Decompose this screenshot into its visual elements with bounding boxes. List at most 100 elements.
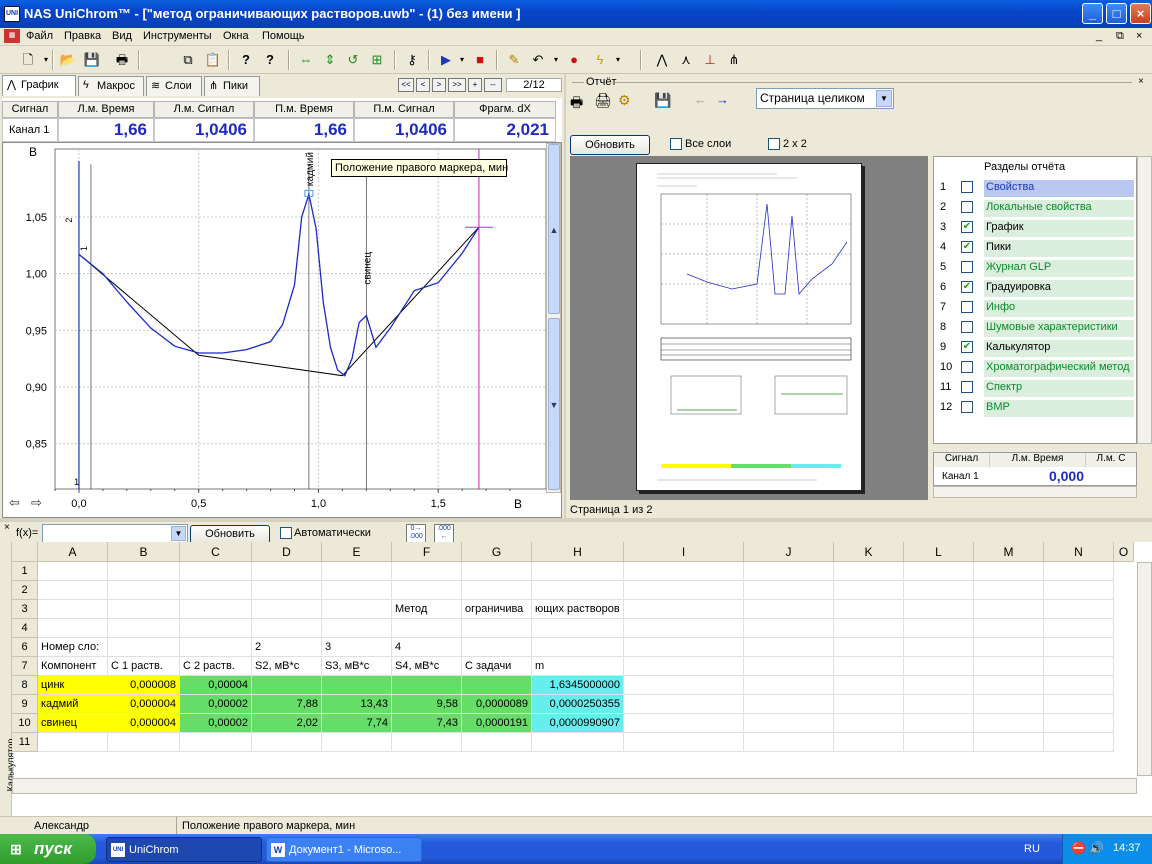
- sheet-cell[interactable]: [974, 562, 1044, 581]
- sheet-cell[interactable]: [108, 600, 180, 619]
- section-label[interactable]: Инфо: [984, 300, 1134, 317]
- column-header[interactable]: G: [462, 542, 532, 562]
- section-row[interactable]: 11 Спектр: [934, 377, 1136, 397]
- sheet-cell[interactable]: S3, мВ*с: [322, 657, 392, 676]
- sheet-cell[interactable]: [834, 657, 904, 676]
- column-header[interactable]: F: [392, 542, 462, 562]
- section-checkbox[interactable]: ✔: [961, 341, 973, 353]
- column-header[interactable]: B: [108, 542, 180, 562]
- chart-edit-icon[interactable]: ✎: [504, 50, 524, 70]
- sheet-cell[interactable]: [38, 619, 108, 638]
- start-button[interactable]: ⊞ пуск: [0, 834, 96, 864]
- panel-close-icon[interactable]: ×: [4, 522, 10, 533]
- sheet-cell[interactable]: [1044, 695, 1114, 714]
- menu-tools[interactable]: Инструменты: [143, 30, 212, 42]
- section-row[interactable]: 2 Локальные свойства: [934, 197, 1136, 217]
- sheet-cell[interactable]: [180, 600, 252, 619]
- report-print-icon[interactable]: 🖶: [570, 92, 583, 116]
- section-checkbox[interactable]: [961, 181, 973, 193]
- section-label[interactable]: Пики: [984, 240, 1134, 257]
- sheet-cell[interactable]: [834, 638, 904, 657]
- sheet-cell[interactable]: ограничива: [462, 600, 532, 619]
- sheet-cell[interactable]: [38, 581, 108, 600]
- sheet-cell[interactable]: [392, 581, 462, 600]
- sheet-cell[interactable]: [532, 733, 624, 752]
- sheet-cell[interactable]: С задачи: [462, 657, 532, 676]
- doc-icon[interactable]: ▦: [4, 29, 20, 43]
- auto-checkbox[interactable]: [280, 527, 292, 539]
- sheet-cell[interactable]: [1044, 733, 1114, 752]
- row-header[interactable]: 4: [12, 619, 38, 638]
- undo-zoom-icon[interactable]: ↺: [343, 50, 363, 70]
- section-checkbox[interactable]: [961, 401, 973, 413]
- sheet-cell[interactable]: [904, 581, 974, 600]
- sheet-cell[interactable]: [904, 657, 974, 676]
- sheet-cell[interactable]: [904, 676, 974, 695]
- column-header[interactable]: A: [38, 542, 108, 562]
- section-checkbox[interactable]: [961, 381, 973, 393]
- scroll-down-button[interactable]: ▼: [548, 318, 560, 490]
- sheet-cell[interactable]: [322, 733, 392, 752]
- doc-minimize-icon[interactable]: _: [1096, 30, 1102, 42]
- column-header[interactable]: N: [1044, 542, 1114, 562]
- sheet-cell[interactable]: [744, 714, 834, 733]
- peak-tool-1-icon[interactable]: ⋀: [652, 50, 672, 70]
- section-label[interactable]: ВМР: [984, 400, 1134, 417]
- sheet-cell[interactable]: [904, 714, 974, 733]
- section-checkbox[interactable]: [961, 261, 973, 273]
- chevron-down-icon[interactable]: ▼: [876, 90, 892, 107]
- sheet-cell[interactable]: Номер сло:: [38, 638, 108, 657]
- sheet-cell[interactable]: [180, 562, 252, 581]
- formula-input[interactable]: ▼: [42, 524, 188, 543]
- column-header[interactable]: K: [834, 542, 904, 562]
- sheet-cell[interactable]: [904, 638, 974, 657]
- report-save-icon[interactable]: 💾: [654, 92, 671, 109]
- sheet-cell[interactable]: [904, 695, 974, 714]
- sheet-cell[interactable]: [974, 714, 1044, 733]
- column-header[interactable]: E: [322, 542, 392, 562]
- sheet-cell[interactable]: [624, 638, 744, 657]
- app-icon[interactable]: UNI: [4, 6, 20, 22]
- section-checkbox[interactable]: [961, 361, 973, 373]
- sheet-cell[interactable]: [1044, 714, 1114, 733]
- sheet-cell[interactable]: [834, 733, 904, 752]
- sheet-cell[interactable]: [624, 733, 744, 752]
- page-mode-select[interactable]: Страница целиком ▼: [756, 88, 894, 109]
- sheet-cell[interactable]: [392, 562, 462, 581]
- sheet-cell[interactable]: [1044, 562, 1114, 581]
- sheet-cell[interactable]: [744, 562, 834, 581]
- two-by-two-checkbox[interactable]: [768, 138, 780, 150]
- report-close-icon[interactable]: ×: [1138, 76, 1144, 87]
- peak-tool-4-icon[interactable]: ⋔: [724, 50, 744, 70]
- sheet-cell[interactable]: [462, 733, 532, 752]
- sheet-cell[interactable]: Компонент: [38, 657, 108, 676]
- report-refresh-button[interactable]: Обновить: [570, 135, 650, 155]
- sheet-cell[interactable]: S4, мВ*с: [392, 657, 462, 676]
- fit-vertical-icon[interactable]: ⇕: [320, 50, 340, 70]
- peak-tool-3-icon[interactable]: ⊥: [700, 50, 720, 70]
- sheet-cell[interactable]: 1,6345000000: [532, 676, 624, 695]
- decimal-increase-icon[interactable]: .000 ←: [434, 524, 454, 543]
- close-button[interactable]: ×: [1130, 3, 1151, 24]
- sheet-cell[interactable]: 0,0000250355: [532, 695, 624, 714]
- sheet-cell[interactable]: [624, 619, 744, 638]
- peak-tool-2-icon[interactable]: ⋏: [676, 50, 696, 70]
- column-header[interactable]: J: [744, 542, 834, 562]
- prev-page-icon[interactable]: ←: [694, 92, 707, 107]
- sheet-cell[interactable]: [744, 657, 834, 676]
- plot-vertical-scrollbar[interactable]: ▲ ▼: [546, 143, 561, 493]
- sheet-cell[interactable]: [904, 600, 974, 619]
- row-header[interactable]: 10: [12, 714, 38, 733]
- sheet-cell[interactable]: [252, 562, 322, 581]
- row-header[interactable]: 7: [12, 657, 38, 676]
- column-header[interactable]: I: [624, 542, 744, 562]
- sheet-cell[interactable]: [462, 676, 532, 695]
- sheet-cell[interactable]: [624, 562, 744, 581]
- sheet-cell[interactable]: [834, 676, 904, 695]
- sheet-cell[interactable]: [624, 695, 744, 714]
- sheet-cell[interactable]: [744, 581, 834, 600]
- sheet-cell[interactable]: [532, 619, 624, 638]
- task-word-document[interactable]: W Документ1 - Microso...: [266, 837, 422, 862]
- sheet-cell[interactable]: 7,88: [252, 695, 322, 714]
- sheet-cell[interactable]: [252, 600, 322, 619]
